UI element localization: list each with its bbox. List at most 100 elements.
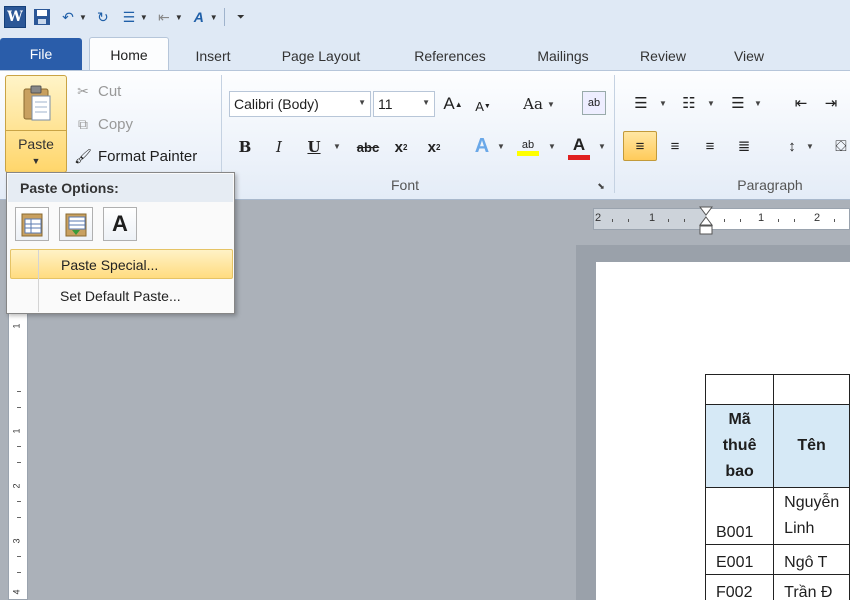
copy-button[interactable]: ⧉ Copy [74, 112, 133, 136]
line-spacing-dropdown-icon[interactable]: ▼ [806, 141, 814, 151]
increase-indent-ribbon-icon[interactable]: ⇥ [820, 91, 842, 115]
table-cell[interactable]: Nguyễn Linh [773, 487, 850, 545]
ruler-tick [834, 219, 835, 222]
text-effects-dropdown-icon[interactable]: ▼ [210, 13, 218, 22]
grow-font-icon[interactable]: A ▲ [441, 93, 465, 115]
font-dialog-launcher-icon[interactable]: ⬊ [596, 181, 606, 191]
tab-page-layout[interactable]: Page Layout [266, 42, 376, 70]
table-cell[interactable] [773, 374, 850, 405]
ruler-tick [724, 219, 725, 222]
cut-label: Cut [98, 82, 122, 100]
tab-review[interactable]: Review [626, 42, 700, 70]
paintbrush-icon: 🖌 [74, 147, 92, 164]
paste-button[interactable]: Paste ▼ [5, 75, 67, 173]
tab-view[interactable]: View [719, 42, 779, 70]
align-left-icon[interactable]: ≡ [628, 133, 652, 159]
highlight-dropdown-icon[interactable]: ▼ [548, 141, 556, 151]
font-size-combo[interactable]: 11 ▼ [373, 91, 435, 117]
decrease-indent-ribbon-icon[interactable]: ⇤ [790, 91, 812, 115]
bullets-dropdown-icon[interactable]: ▼ [659, 98, 667, 108]
shading-icon[interactable]: ⛋ [832, 133, 850, 159]
text-effects-button[interactable]: A [470, 133, 494, 159]
table-cell[interactable]: B001 [704, 487, 775, 545]
change-case-button[interactable]: Aa [519, 93, 547, 115]
change-case-dropdown-icon[interactable]: ▼ [547, 99, 555, 109]
paste-options-menu: Paste Options: A Paste Special... Set De… [6, 172, 235, 314]
clear-formatting-icon[interactable]: ab [582, 91, 606, 115]
table-cell[interactable]: Trần Đ [773, 574, 850, 600]
subscript-button[interactable]: x2 [390, 135, 412, 159]
numbering-icon[interactable]: ☷ [678, 91, 700, 115]
superscript-button[interactable]: x2 [423, 135, 445, 159]
bullets-icon[interactable]: ☰ [630, 91, 652, 115]
numbering-dropdown-icon[interactable]: ▼ [707, 98, 715, 108]
font-name-combo[interactable]: Calibri (Body) ▼ [229, 91, 371, 117]
ruler-tick [17, 446, 21, 447]
highlight-color-button[interactable]: ab [515, 133, 541, 161]
superscript-label: x [427, 138, 436, 156]
set-default-paste-item[interactable]: Set Default Paste... [10, 281, 233, 311]
undo-dropdown-icon[interactable]: ▼ [79, 13, 87, 22]
keep-source-formatting-icon[interactable] [15, 207, 49, 241]
strikethrough-button[interactable]: abc [353, 135, 383, 159]
multilevel-list-dropdown-icon[interactable]: ▼ [754, 98, 762, 108]
font-color-button[interactable]: A [566, 133, 592, 161]
tab-home[interactable]: Home [89, 37, 169, 71]
format-painter-label: Format Painter [98, 147, 198, 165]
italic-button[interactable]: I [267, 135, 291, 159]
ruler-number: 1 [11, 323, 22, 329]
tab-insert[interactable]: Insert [180, 42, 246, 70]
shrink-font-icon[interactable]: A ▼ [472, 95, 494, 117]
text-effects-icon[interactable]: A [189, 7, 209, 27]
highlighter-icon: ab [521, 138, 535, 151]
tab-file[interactable]: File [0, 38, 82, 70]
decrease-indent-icon[interactable]: ⇤ [154, 7, 174, 27]
document-table[interactable]: Mã thuê bao Tên B001 Nguyễn Linh E001 Ng… [704, 374, 850, 600]
redo-icon[interactable]: ↻ [93, 7, 113, 27]
table-cell[interactable]: F002 [704, 574, 775, 600]
font-name-dropdown-icon[interactable]: ▼ [358, 98, 366, 107]
copy-label: Copy [98, 115, 134, 133]
save-icon[interactable] [32, 7, 52, 27]
table-row [704, 374, 850, 405]
undo-icon[interactable]: ↶ [58, 7, 78, 27]
paste-special-item[interactable]: Paste Special... [10, 249, 233, 279]
justify-icon[interactable]: ≣ [732, 133, 756, 159]
paste-dropdown-arrow-icon[interactable]: ▼ [6, 156, 66, 166]
indent-marker-icon[interactable] [699, 206, 713, 236]
text-effects-dropdown-icon[interactable]: ▼ [497, 141, 505, 151]
ruler-tick [17, 462, 21, 463]
ruler-tick [628, 219, 629, 222]
horizontal-ruler[interactable]: 2 1 1 2 [593, 208, 850, 230]
font-size-dropdown-icon[interactable]: ▼ [422, 98, 430, 107]
table-cell[interactable]: E001 [704, 544, 775, 575]
multilevel-list-icon[interactable]: ☰ [119, 7, 139, 27]
customize-qat-icon[interactable]: ⏷ [231, 7, 251, 27]
align-center-icon[interactable]: ≡ [663, 133, 687, 159]
font-color-dropdown-icon[interactable]: ▼ [598, 141, 606, 151]
table-cell[interactable] [704, 374, 775, 405]
subscript-label: x [394, 138, 403, 156]
cut-button[interactable]: ✂ Cut [74, 79, 121, 103]
tab-mailings[interactable]: Mailings [522, 42, 604, 70]
table-cell[interactable]: Ngô T [773, 544, 850, 575]
bold-button[interactable]: B [233, 135, 257, 159]
ruler-tick [612, 219, 613, 222]
underline-dropdown-icon[interactable]: ▼ [333, 141, 341, 151]
underline-button[interactable]: U [302, 135, 326, 159]
table-header-cell[interactable]: Mã thuê bao [704, 404, 775, 488]
merge-formatting-icon[interactable] [59, 207, 93, 241]
keep-text-only-icon[interactable]: A [103, 207, 137, 241]
multilevel-list-ribbon-icon[interactable]: ☰ [727, 91, 749, 115]
format-painter-button[interactable]: 🖌 Format Painter [74, 144, 197, 168]
align-right-icon[interactable]: ≡ [698, 133, 722, 159]
qat-separator [223, 8, 225, 26]
line-spacing-icon[interactable]: ↕ [780, 133, 804, 159]
multilevel-dropdown-icon[interactable]: ▼ [140, 13, 148, 22]
table-header-cell[interactable]: Tên [773, 404, 850, 488]
ruler-tick [794, 219, 795, 222]
ruler-number: 1 [11, 428, 22, 434]
tab-references[interactable]: References [398, 42, 502, 70]
indent-dropdown-icon[interactable]: ▼ [175, 13, 183, 22]
word-app-icon[interactable]: W [4, 6, 26, 28]
